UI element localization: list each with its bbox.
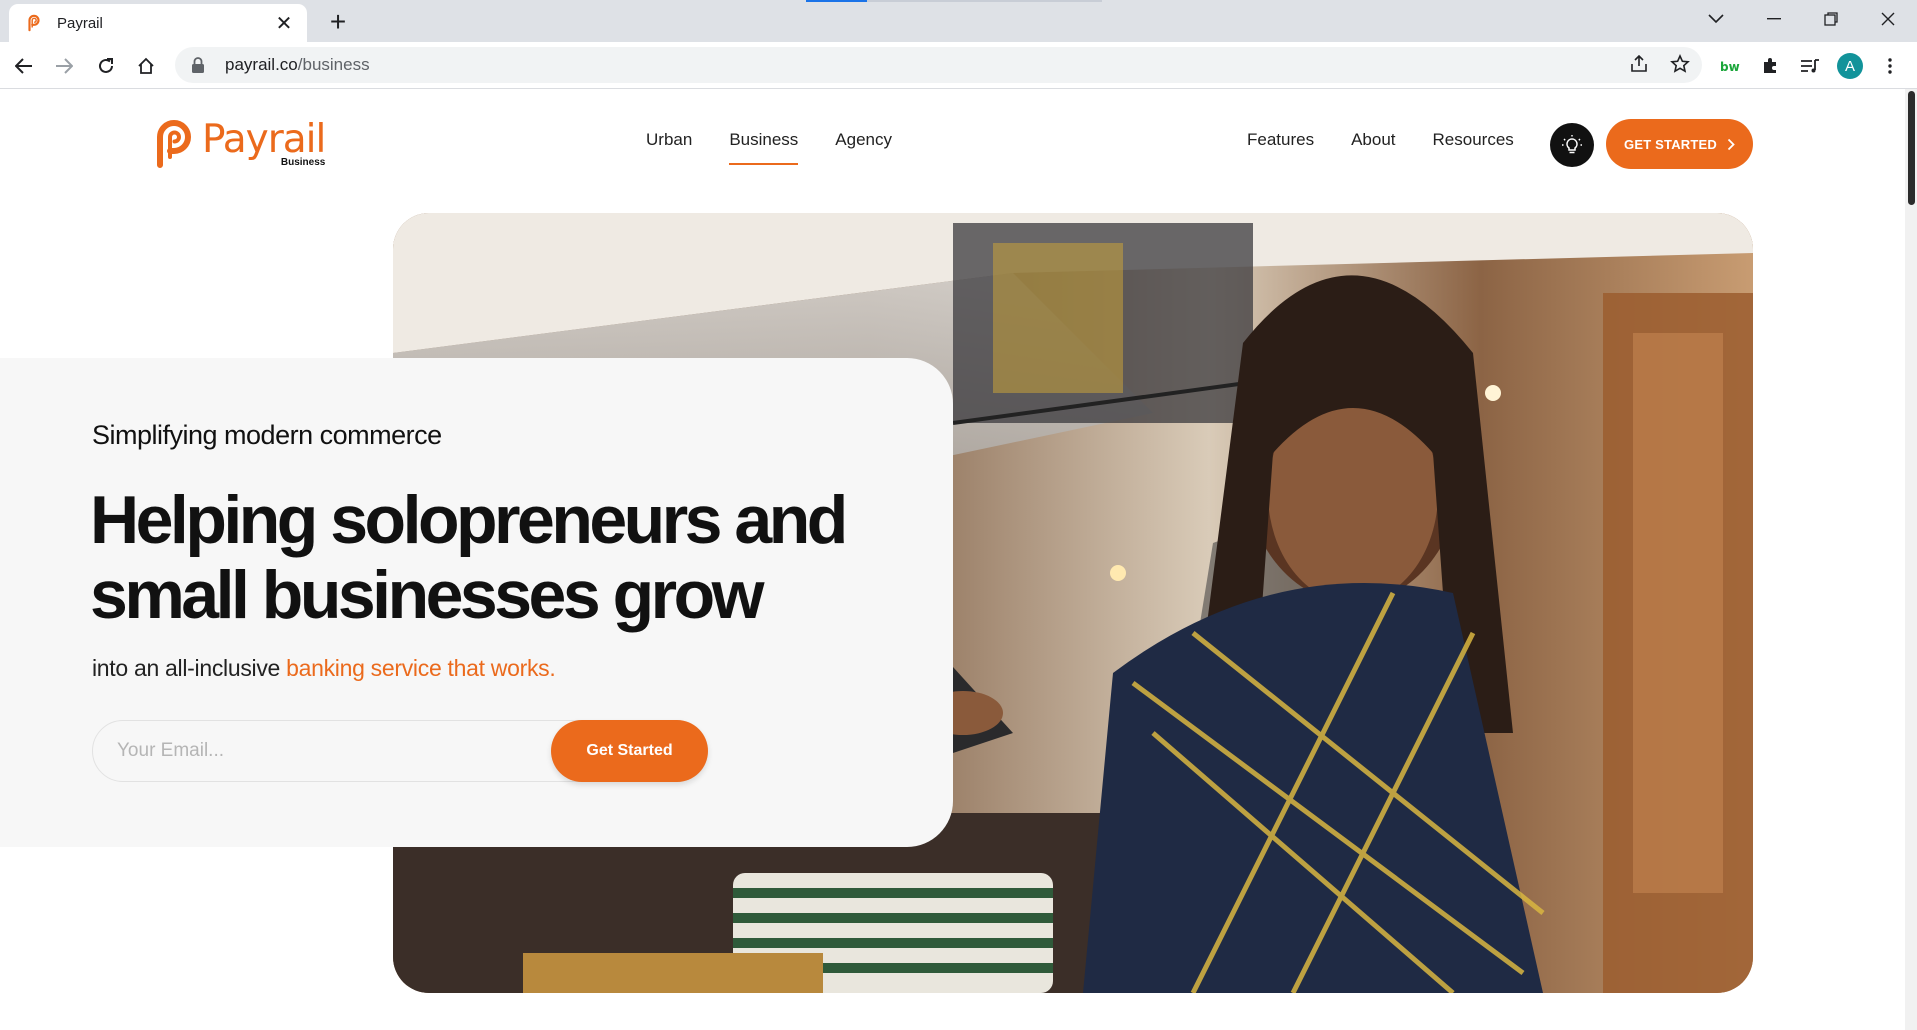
tab-title: Payrail	[57, 14, 103, 32]
back-icon[interactable]	[8, 50, 40, 82]
hero-subline-highlight: banking service that works.	[286, 655, 556, 681]
get-started-button[interactable]: Get Started	[551, 720, 708, 782]
lock-icon	[192, 57, 204, 73]
payrail-logo-icon	[157, 120, 191, 168]
payrail-favicon-icon	[28, 14, 40, 32]
browser-menu-icon[interactable]	[1874, 50, 1906, 82]
nav-resources[interactable]: Resources	[1433, 130, 1514, 150]
lightbulb-icon	[1562, 135, 1582, 154]
media-queue-icon[interactable]	[1794, 50, 1826, 82]
extension-bw-icon[interactable]: bw	[1714, 50, 1746, 82]
minimize-icon[interactable]	[1746, 4, 1802, 34]
close-window-icon[interactable]	[1860, 4, 1916, 34]
site-logo[interactable]: Payrail Business	[152, 117, 326, 169]
logo-wordmark: Payrail Business	[202, 117, 326, 168]
chevron-right-icon	[1727, 138, 1735, 150]
browser-toolbar: payrail.co/business bw A	[0, 42, 1917, 89]
reload-icon[interactable]	[90, 50, 122, 82]
theme-toggle-button[interactable]	[1550, 123, 1594, 167]
tab-strip-indicator-track	[867, 0, 1102, 2]
hero-eyebrow: Simplifying modern commerce	[92, 420, 442, 450]
profile-avatar[interactable]: A	[1834, 50, 1866, 82]
url-text: payrail.co/business	[225, 55, 370, 75]
share-icon[interactable]	[1623, 48, 1655, 80]
hero-subline-prefix: into an all-inclusive	[92, 655, 287, 681]
tab-strip-indicator	[806, 0, 867, 2]
get-started-header-label: GET STARTED	[1624, 136, 1717, 152]
main-nav: Urban Business Agency	[646, 130, 892, 165]
forward-icon[interactable]	[48, 50, 80, 82]
browser-tab-bar: Payrail ✕ +	[0, 0, 1917, 42]
url-host: payrail.co	[225, 55, 298, 74]
email-signup-form: Get Started	[92, 720, 708, 782]
secondary-nav: Features About Resources	[1247, 130, 1514, 150]
nav-features[interactable]: Features	[1247, 130, 1314, 150]
nav-agency[interactable]: Agency	[835, 130, 892, 160]
tab-search-chevron-icon[interactable]	[1688, 4, 1744, 34]
restore-icon[interactable]	[1803, 4, 1859, 34]
get-started-header-button[interactable]: GET STARTED	[1606, 119, 1753, 169]
address-bar[interactable]: payrail.co/business	[175, 47, 1702, 83]
tab-close-icon[interactable]: ✕	[273, 11, 295, 36]
page-scrollbar[interactable]	[1905, 89, 1917, 1030]
svg-text:bw: bw	[1720, 60, 1740, 73]
hero-card: Simplifying modern commerce Helping solo…	[0, 358, 953, 847]
new-tab-icon[interactable]: +	[322, 6, 354, 38]
nav-urban[interactable]: Urban	[646, 130, 692, 160]
scrollbar-thumb[interactable]	[1908, 91, 1915, 205]
bookmark-star-icon[interactable]	[1664, 48, 1696, 80]
url-path: /business	[297, 55, 370, 74]
nav-about[interactable]: About	[1351, 130, 1395, 150]
extensions-puzzle-icon[interactable]	[1754, 50, 1786, 82]
hero-headline: Helping solopreneurs and small businesse…	[90, 482, 848, 633]
page-content: Payrail Business Urban Business Agency F…	[0, 89, 1905, 1030]
email-input[interactable]	[117, 721, 517, 781]
browser-tab[interactable]: Payrail ✕	[9, 4, 307, 42]
nav-business[interactable]: Business	[729, 130, 798, 165]
hero-subline: into an all-inclusive banking service th…	[92, 655, 556, 682]
home-icon[interactable]	[130, 50, 162, 82]
logo-sub-text: Business	[280, 157, 326, 168]
